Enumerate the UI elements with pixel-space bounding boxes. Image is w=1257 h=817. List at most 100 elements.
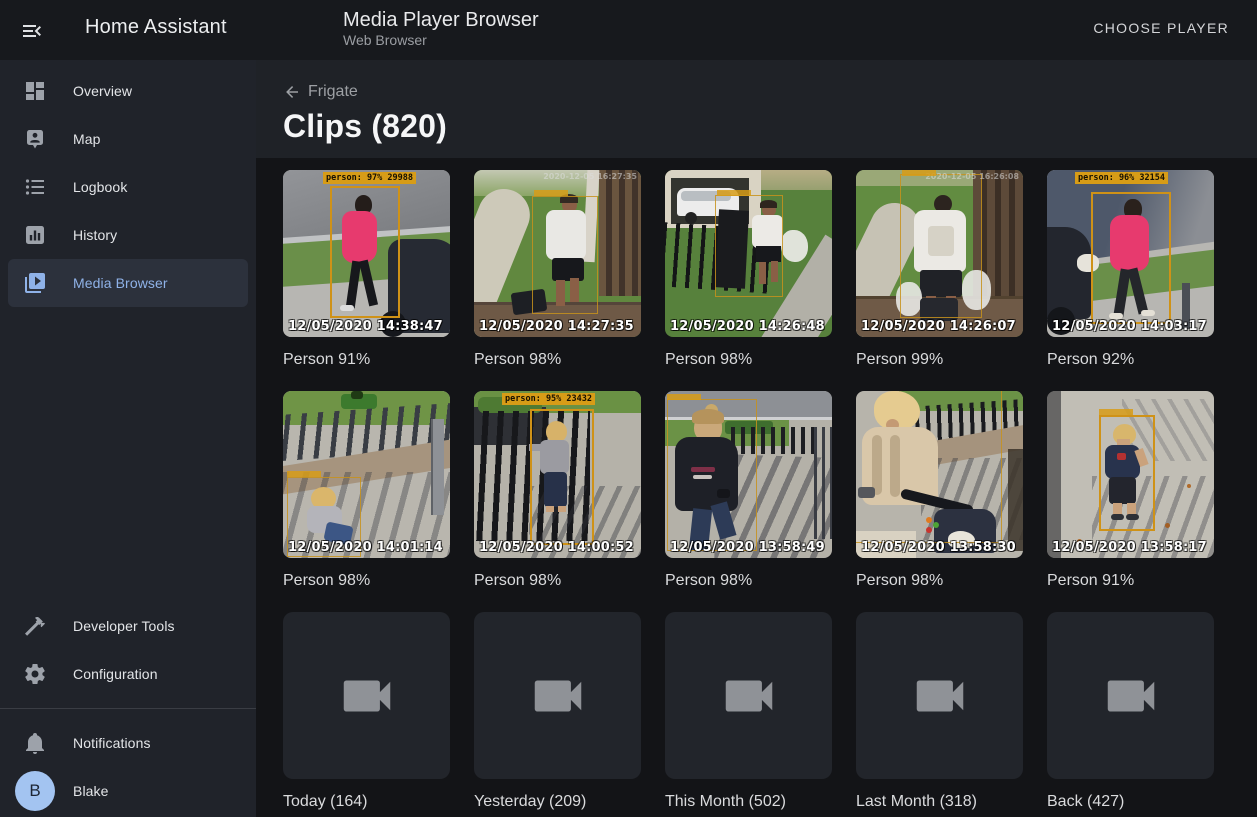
clip-card: 12/05/2020 13:58:30 Person 98% xyxy=(856,391,1023,590)
folder-thumbnail[interactable] xyxy=(856,612,1023,779)
breadcrumb[interactable]: Frigate xyxy=(283,83,358,101)
clips-grid: person: 97% 29988 12/05/2020 14:38:47 Pe… xyxy=(256,158,1257,811)
clip-caption: Person 98% xyxy=(474,571,641,590)
video-camera-icon xyxy=(1100,665,1162,727)
clip-card: 12/05/2020 13:58:49 Person 98% xyxy=(665,391,832,590)
sidebar-item-label: Developer Tools xyxy=(73,618,175,634)
media-folder-card: This Month (502) xyxy=(665,612,832,811)
clip-caption: Person 99% xyxy=(856,350,1023,369)
clip-thumbnail[interactable]: 2020-12-05 16:26:08 12/05/2020 14:26:07 xyxy=(856,170,1023,337)
media-folder-card: Last Month (318) xyxy=(856,612,1023,811)
clip-timestamp: 12/05/2020 14:03:17 xyxy=(1052,319,1207,334)
clip-caption: Person 98% xyxy=(856,571,1023,590)
sidebar-item-overview[interactable]: Overview xyxy=(8,67,248,115)
clip-thumbnail[interactable]: 12/05/2020 14:01:14 xyxy=(283,391,450,558)
clip-thumbnail[interactable]: 12/05/2020 14:26:48 xyxy=(665,170,832,337)
folder-label: Today (164) xyxy=(283,792,450,811)
clip-card: 12/05/2020 13:58:17 Person 91% xyxy=(1047,391,1214,590)
app-bar: Home Assistant Media Player Browser Web … xyxy=(0,0,1257,60)
clip-caption: Person 98% xyxy=(665,350,832,369)
clip-card: 12/05/2020 14:26:48 Person 98% xyxy=(665,170,832,369)
sidebar-item-configuration[interactable]: Configuration xyxy=(8,650,248,698)
clip-thumbnail[interactable]: 2020-12-05 16:27:35 12/05/2020 14:27:35 xyxy=(474,170,641,337)
account-location-icon xyxy=(23,127,47,151)
clip-card: person: 95% 23432 12/05/2020 14:00:52 Pe… xyxy=(474,391,641,590)
video-camera-icon xyxy=(909,665,971,727)
sidebar-item-map[interactable]: Map xyxy=(8,115,248,163)
clip-timestamp: 12/05/2020 13:58:49 xyxy=(670,540,825,555)
dashboard-icon xyxy=(23,79,47,103)
clip-card: 2020-12-05 16:26:08 12/05/2020 14:26:07 … xyxy=(856,170,1023,369)
sidebar-title: Home Assistant xyxy=(85,16,227,39)
page-heading: Clips (820) xyxy=(283,108,447,145)
clip-timestamp: 12/05/2020 14:38:47 xyxy=(288,319,443,334)
folder-label: Last Month (318) xyxy=(856,792,1023,811)
avatar: B xyxy=(15,771,55,811)
clip-thumbnail[interactable]: person: 95% 23432 12/05/2020 14:00:52 xyxy=(474,391,641,558)
clip-thumbnail[interactable]: 12/05/2020 13:58:17 xyxy=(1047,391,1214,558)
video-camera-icon xyxy=(336,665,398,727)
bar-chart-box-icon xyxy=(23,223,47,247)
sidebar-item-label: Notifications xyxy=(73,735,151,751)
folder-thumbnail[interactable] xyxy=(665,612,832,779)
hammer-icon xyxy=(23,614,47,638)
folder-label: This Month (502) xyxy=(665,792,832,811)
sidebar-item-notifications[interactable]: Notifications xyxy=(8,719,248,767)
sidebar-item-history[interactable]: History xyxy=(8,211,248,259)
detection-label: person: 96% 32154 xyxy=(1075,172,1168,184)
clip-card: 2020-12-05 16:27:35 12/05/2020 14:27:35 … xyxy=(474,170,641,369)
sidebar-item-media-browser[interactable]: Media Browser xyxy=(8,259,248,307)
sidebar-item-label: Overview xyxy=(73,83,132,99)
page-title: Media Player Browser xyxy=(343,9,539,32)
clip-timestamp: 12/05/2020 14:00:52 xyxy=(479,540,634,555)
video-camera-icon xyxy=(527,665,589,727)
video-camera-icon xyxy=(718,665,780,727)
choose-player-button[interactable]: CHOOSE PLAYER xyxy=(1087,19,1235,37)
sidebar-item-label: Logbook xyxy=(73,179,127,195)
sidebar-item-label: Map xyxy=(73,131,101,147)
gear-icon xyxy=(23,662,47,686)
clip-card: person: 97% 29988 12/05/2020 14:38:47 Pe… xyxy=(283,170,450,369)
sidebar-spacer xyxy=(0,307,256,602)
clip-caption: Person 98% xyxy=(474,350,641,369)
clip-caption: Person 91% xyxy=(283,350,450,369)
clip-thumbnail[interactable]: 12/05/2020 13:58:49 xyxy=(665,391,832,558)
clip-caption: Person 98% xyxy=(283,571,450,590)
clip-caption: Person 91% xyxy=(1047,571,1214,590)
clips-grid-area: person: 97% 29988 12/05/2020 14:38:47 Pe… xyxy=(256,158,1257,817)
camera-timestamp: 2020-12-05 16:26:08 xyxy=(925,172,1019,181)
clip-timestamp: 12/05/2020 14:26:07 xyxy=(861,319,1016,334)
folder-thumbnail[interactable] xyxy=(283,612,450,779)
clip-timestamp: 12/05/2020 14:27:35 xyxy=(479,319,634,334)
home-assistant-app: Home Assistant Media Player Browser Web … xyxy=(0,0,1257,817)
clip-caption: Person 92% xyxy=(1047,350,1214,369)
clip-timestamp: 12/05/2020 14:26:48 xyxy=(670,319,825,334)
sidebar-divider xyxy=(0,708,256,709)
folder-thumbnail[interactable] xyxy=(474,612,641,779)
detection-label: person: 97% 29988 xyxy=(323,172,416,184)
menu-open-icon xyxy=(20,19,44,43)
clip-thumbnail[interactable]: person: 97% 29988 12/05/2020 14:38:47 xyxy=(283,170,450,337)
menu-toggle-button[interactable] xyxy=(18,17,46,45)
media-folder-card: Back (427) xyxy=(1047,612,1214,811)
media-browser-header: Frigate Clips (820) xyxy=(256,60,1257,158)
sidebar-item-logbook[interactable]: Logbook xyxy=(8,163,248,211)
folder-thumbnail[interactable] xyxy=(1047,612,1214,779)
bell-icon xyxy=(23,731,47,755)
clip-timestamp: 12/05/2020 14:01:14 xyxy=(288,540,443,555)
detection-label: person: 95% 23432 xyxy=(502,393,595,405)
media-browser-panel: Frigate Clips (820) xyxy=(256,60,1257,817)
folder-label: Yesterday (209) xyxy=(474,792,641,811)
page-subtitle: Web Browser xyxy=(343,32,427,48)
clip-card: person: 96% 32154 12/05/2020 14:03:17 Pe… xyxy=(1047,170,1214,369)
clip-thumbnail[interactable]: 12/05/2020 13:58:30 xyxy=(856,391,1023,558)
clip-thumbnail[interactable]: person: 96% 32154 12/05/2020 14:03:17 xyxy=(1047,170,1214,337)
breadcrumb-label: Frigate xyxy=(308,83,358,101)
user-name-label: Blake xyxy=(73,783,109,799)
clip-caption: Person 98% xyxy=(665,571,832,590)
sidebar-item-developer-tools[interactable]: Developer Tools xyxy=(8,602,248,650)
folder-label: Back (427) xyxy=(1047,792,1214,811)
clip-card: 12/05/2020 14:01:14 Person 98% xyxy=(283,391,450,590)
arrow-left-icon xyxy=(283,83,301,101)
sidebar-item-user-profile[interactable]: B Blake xyxy=(8,767,248,815)
